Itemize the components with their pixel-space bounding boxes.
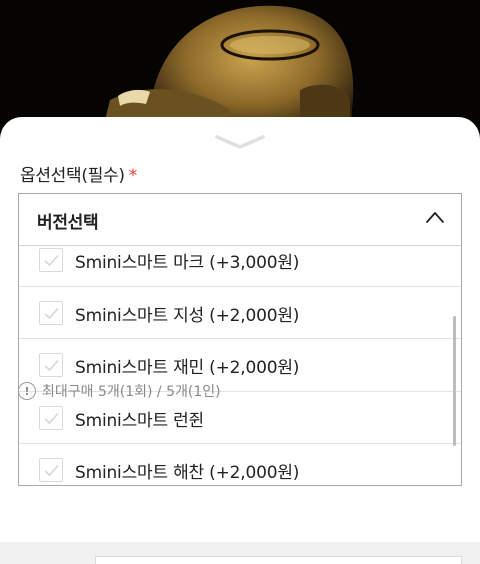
option-label: Smini스마트 런쥔 xyxy=(75,410,204,431)
option-bottom-sheet: 옵션선택(필수) * 버전선택 Smini스마트 마크 (+3,000원) Smi… xyxy=(0,117,480,564)
bottom-quantity-field[interactable] xyxy=(95,556,462,564)
required-mark: * xyxy=(128,166,138,186)
option-section-label: 옵션선택(필수) * xyxy=(20,161,137,186)
version-select-title: 버전선택 xyxy=(37,213,99,233)
option-label: Smini스마트 지성 (+2,000원) xyxy=(75,305,300,326)
check-icon xyxy=(44,412,59,424)
option-checkbox[interactable] xyxy=(39,405,63,430)
option-label: Smini스마트 마크 (+3,000원) xyxy=(75,253,300,273)
section-label-text: 옵션선택(필수) xyxy=(20,166,125,186)
check-icon xyxy=(44,359,59,372)
check-icon xyxy=(44,307,59,319)
check-icon xyxy=(44,254,59,267)
purchase-limit-info: ! 최대구매 5개(1회) / 5개(1인) xyxy=(18,380,221,402)
chevron-up-icon[interactable] xyxy=(425,210,445,224)
chevron-down-icon[interactable] xyxy=(213,129,267,151)
version-select-header[interactable]: 버전선택 xyxy=(19,194,461,246)
check-icon xyxy=(44,464,59,477)
option-item-jisung[interactable]: Smini스마트 지성 (+2,000원) xyxy=(19,287,461,339)
info-icon: ! xyxy=(18,382,36,400)
option-label: Smini스마트 재민 (+2,000원) xyxy=(75,358,300,378)
option-label: Smini스마트 해찬 (+2,000원) xyxy=(75,463,300,483)
option-item-haechan[interactable]: Smini스마트 해찬 (+2,000원) xyxy=(19,444,461,485)
option-checkbox[interactable] xyxy=(39,458,63,482)
option-checkbox[interactable] xyxy=(39,248,63,272)
version-option-list[interactable]: Smini스마트 마크 (+3,000원) Smini스마트 지성 (+2,00… xyxy=(19,234,461,485)
option-checkbox[interactable] xyxy=(39,353,63,377)
purchase-limit-text: 최대구매 5개(1회) / 5개(1인) xyxy=(42,384,221,400)
option-checkbox[interactable] xyxy=(39,300,63,325)
option-list-scrollbar[interactable] xyxy=(453,316,456,446)
version-select-dropdown[interactable]: 버전선택 Smini스마트 마크 (+3,000원) Smini스마트 지성 (… xyxy=(18,193,462,486)
